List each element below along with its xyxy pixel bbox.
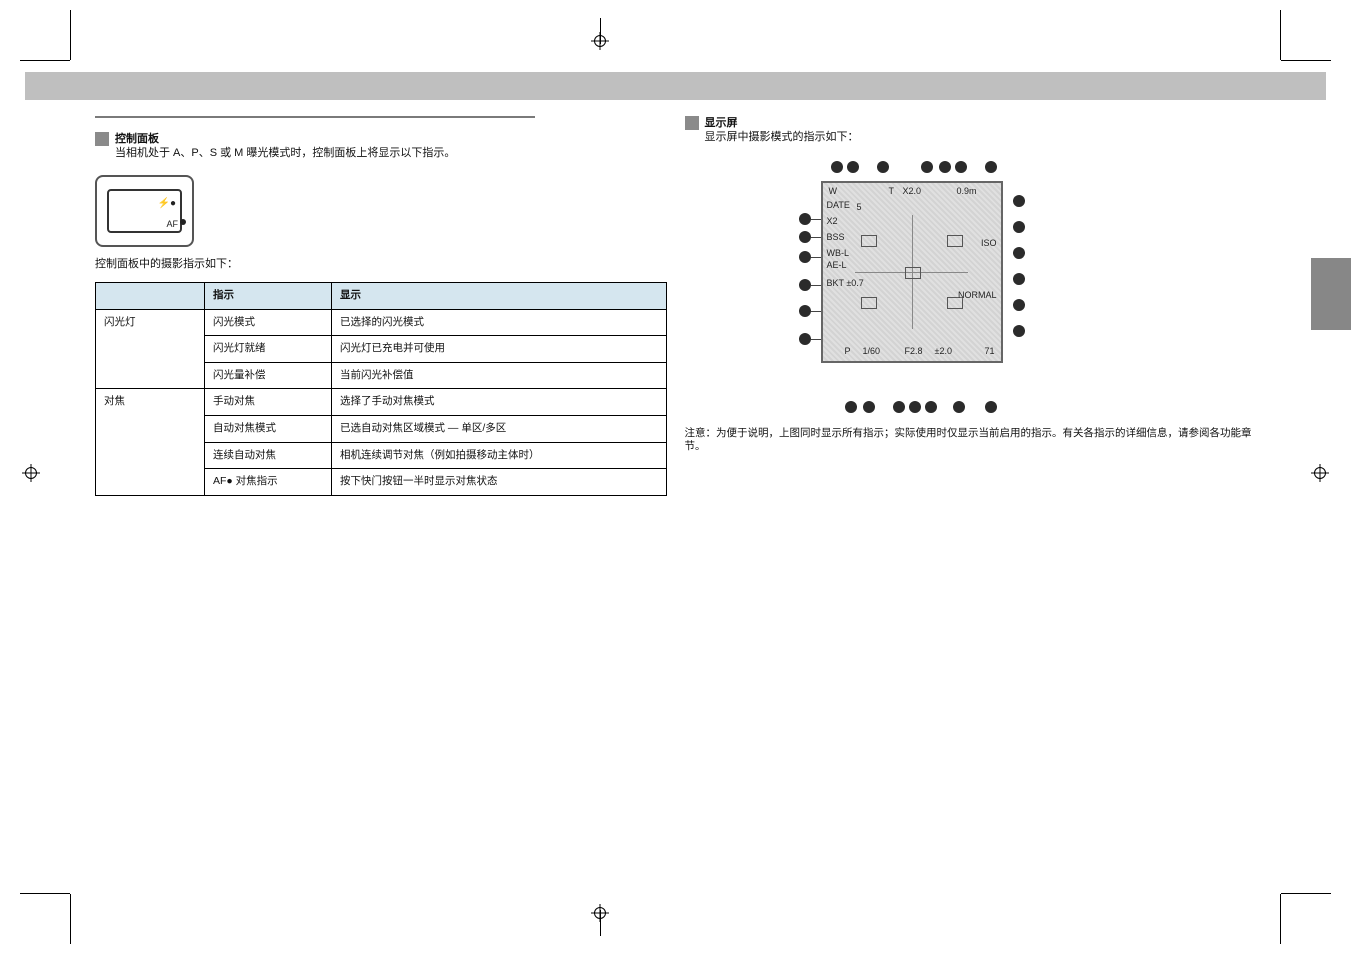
lcd-bkt: BKT ±0.7 [827, 279, 864, 288]
row-group-flash: 闪光灯 [96, 309, 205, 389]
cell: 当前闪光补偿值 [332, 362, 667, 389]
cell: 已选自动对焦区域模式 — 单区/多区 [332, 416, 667, 443]
callout-dot-icon [909, 401, 921, 413]
callout-dot-icon [799, 305, 811, 317]
cell: 相机连续调节对焦（例如拍摄移动主体时） [332, 442, 667, 469]
af-label: AF [166, 219, 178, 229]
cell: 闪光量补偿 [205, 362, 332, 389]
control-panel-illustration: ⚡● AF [95, 175, 194, 247]
callout-dot-icon [863, 401, 875, 413]
callout-dot-icon [799, 231, 811, 243]
lcd-mode: P [845, 347, 851, 356]
left-column: 控制面板 当相机处于 A、P、S 或 M 曝光模式时，控制面板上将显示以下指示。… [95, 116, 667, 496]
callout-dot-icon [1013, 325, 1025, 337]
callout-dot-icon [985, 161, 997, 173]
cell: AF● 对焦指示 [205, 469, 332, 496]
callout-dot-icon [1013, 195, 1025, 207]
monitor-diagram: W T X2.0 0.9m DATE 5 X2 BSS WB-L AE-L BK… [795, 155, 1025, 415]
cell: 闪光灯就绪 [205, 336, 332, 363]
lcd-ev: ±2.0 [935, 347, 952, 356]
right-intro: 显示屏中摄影模式的指示如下： [705, 130, 1247, 144]
callout-dot-icon [1013, 299, 1025, 311]
cell: 自动对焦模式 [205, 416, 332, 443]
lcd-tele-icon: T [889, 187, 895, 196]
section-index-tab [1311, 258, 1351, 330]
lcd-wbl: WB-L [827, 249, 850, 258]
cell: 按下快门按钮一半时显示对焦状态 [332, 469, 667, 496]
row-group-focus: 对焦 [96, 389, 205, 496]
flash-ready-icon: ⚡● [158, 197, 177, 210]
callout-dot-icon [939, 161, 951, 173]
callout-dot-icon [799, 213, 811, 225]
table-lead: 控制面板中的摄影指示如下： [95, 257, 667, 271]
callout-dot-icon [953, 401, 965, 413]
callout-dot-icon [925, 401, 937, 413]
lcd-ss: 1/60 [863, 347, 881, 356]
lcd-ap: F2.8 [905, 347, 923, 356]
lcd-screen-illustration: W T X2.0 0.9m DATE 5 X2 BSS WB-L AE-L BK… [821, 181, 1003, 363]
callout-dot-icon [799, 279, 811, 291]
lcd-iso: ISO [981, 239, 997, 248]
lcd-bss: BSS [827, 233, 845, 242]
af-indicator-dot-icon [180, 219, 186, 225]
section-title-left: 控制面板 [115, 133, 159, 145]
cell: 已选择的闪光模式 [332, 309, 667, 336]
section-marker-icon [95, 132, 109, 146]
page-header-band [25, 72, 1326, 100]
callout-dot-icon [831, 161, 843, 173]
lcd-norm: NORMAL [958, 291, 997, 300]
callout-dot-icon [1013, 273, 1025, 285]
callout-dot-icon [893, 401, 905, 413]
section-rule [95, 116, 535, 118]
lcd-wide-icon: W [829, 187, 838, 196]
callout-dot-icon [799, 333, 811, 345]
lcd-timer: 5 [857, 203, 862, 212]
callout-dot-icon [847, 161, 859, 173]
section-title-right: 显示屏 [705, 117, 738, 129]
cell: 手动对焦 [205, 389, 332, 416]
lcd-zoom: X2.0 [903, 187, 922, 196]
callout-dot-icon [845, 401, 857, 413]
callout-dot-icon [799, 251, 811, 263]
lcd-date: DATE [827, 201, 850, 210]
cell: 选择了手动对焦模式 [332, 389, 667, 416]
th-display: 显示 [332, 282, 667, 309]
lcd-shots: 71 [984, 347, 994, 356]
lcd-ael: AE-L [827, 261, 847, 270]
callout-dot-icon [955, 161, 967, 173]
indicators-table: 指示 显示 闪光灯 闪光模式 已选择的闪光模式 闪光灯就绪 闪光灯已充电并可使用 [95, 282, 667, 496]
right-column: 显示屏 显示屏中摄影模式的指示如下： W T X2.0 [685, 116, 1257, 496]
callout-dot-icon [1013, 247, 1025, 259]
diagram-footnote: 注意：为便于说明，上图同时显示所有指示；实际使用时仅显示当前启用的指示。有关各指… [685, 427, 1257, 454]
cell: 闪光灯已充电并可使用 [332, 336, 667, 363]
callout-dot-icon [877, 161, 889, 173]
th-indicator: 指示 [205, 282, 332, 309]
callout-dot-icon [1013, 221, 1025, 233]
left-columns-intro: 当相机处于 A、P、S 或 M 曝光模式时，控制面板上将显示以下指示。 [115, 146, 667, 160]
lcd-dist: 0.9m [956, 187, 976, 196]
cell: 闪光模式 [205, 309, 332, 336]
th-blank [96, 282, 205, 309]
section-marker-icon [685, 116, 699, 130]
lcd-x2: X2 [827, 217, 838, 226]
callout-dot-icon [921, 161, 933, 173]
callout-dot-icon [985, 401, 997, 413]
cell: 连续自动对焦 [205, 442, 332, 469]
